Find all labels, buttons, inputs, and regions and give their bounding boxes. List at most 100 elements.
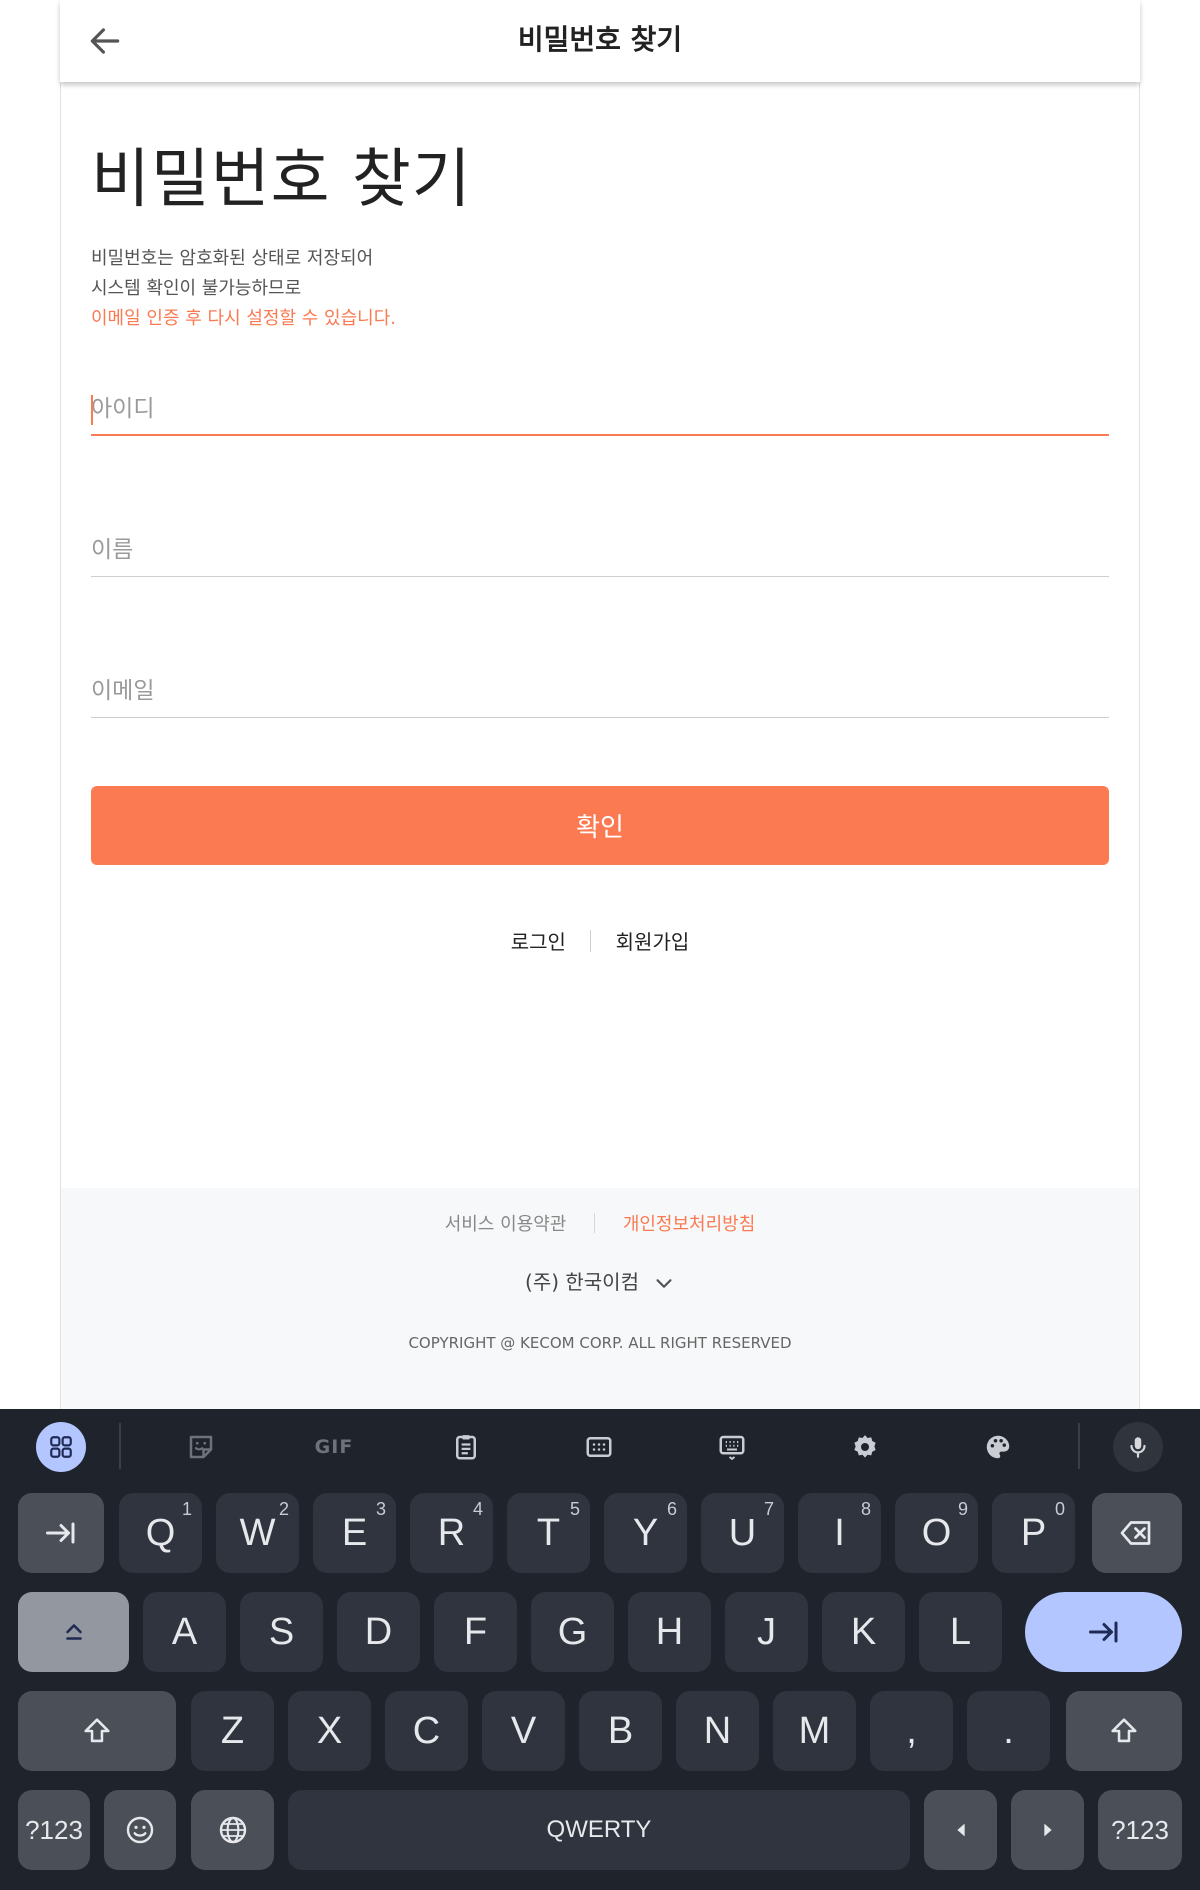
numpad-button[interactable] [574,1422,624,1472]
key-o[interactable]: O9 [895,1493,978,1573]
theme-button[interactable] [973,1422,1023,1472]
key-label: T [536,1511,561,1554]
email-underline [91,717,1109,718]
id-underline [91,434,1109,436]
clipboard-button[interactable] [441,1422,491,1472]
key-label: P [1020,1511,1047,1554]
key-w[interactable]: W2 [216,1493,299,1573]
login-link[interactable]: 로그인 [511,930,566,954]
terms-link[interactable]: 서비스 이용약관 [445,1214,567,1235]
signup-link[interactable]: 회원가입 [616,930,690,954]
name-field [91,527,1109,577]
key-q[interactable]: Q1 [119,1493,202,1573]
key-hint: 7 [763,1499,774,1519]
app-bar: 비밀번호 찾기 [60,0,1140,82]
privacy-link[interactable]: 개인정보처리방침 [623,1214,755,1235]
key-a[interactable]: A [143,1592,226,1672]
key-z[interactable]: Z [191,1691,274,1771]
microphone-icon [1130,1437,1146,1458]
emoji-key[interactable] [104,1790,176,1870]
key-period[interactable]: . [967,1691,1050,1771]
key-t[interactable]: T5 [507,1493,590,1573]
key-r[interactable]: R4 [410,1493,493,1573]
caps-lock-key[interactable] [18,1592,129,1672]
shift-key-left[interactable] [18,1691,176,1771]
symbols-key-right[interactable]: ?123 [1098,1790,1182,1870]
key-c[interactable]: C [385,1691,468,1771]
auth-links: 로그인 회원가입 [0,926,1200,955]
next-key[interactable] [1025,1592,1182,1672]
footer-links: 서비스 이용약관 개인정보처리방침 [61,1210,1139,1236]
description: 비밀번호는 암호화된 상태로 저장되어 시스템 확인이 불가능하므로 이메일 인… [91,244,396,334]
description-line-2: 시스템 확인이 불가능하므로 [91,278,302,299]
settings-button[interactable] [840,1422,890,1472]
gif-icon: GIF [314,1436,354,1458]
keyboard-icon [719,1435,745,1461]
key-label: E [341,1511,368,1554]
key-f[interactable]: F [434,1592,517,1672]
tab-key[interactable] [18,1493,104,1573]
backspace-icon [1120,1521,1151,1545]
key-d[interactable]: D [337,1592,420,1672]
text-caret [91,395,93,425]
key-u[interactable]: U7 [701,1493,784,1573]
key-i[interactable]: I8 [798,1493,881,1573]
key-h[interactable]: H [628,1592,711,1672]
key-n[interactable]: N [676,1691,759,1771]
toolbar-divider [1078,1423,1080,1469]
key-hint: 4 [472,1499,483,1519]
keyboard-toolbar: GIF [0,1409,1200,1483]
backspace-key[interactable] [1092,1493,1182,1573]
voice-input-button[interactable] [1113,1422,1163,1472]
id-input[interactable] [91,386,1109,432]
gear-icon [854,1435,876,1458]
key-hint: 6 [666,1499,677,1519]
cursor-right-key[interactable] [1011,1790,1084,1870]
key-l[interactable]: L [919,1592,1002,1672]
key-e[interactable]: E3 [313,1493,396,1573]
email-field [91,668,1109,718]
gif-button[interactable]: GIF [309,1422,359,1472]
footer-divider [594,1213,596,1233]
language-key[interactable] [191,1790,274,1870]
toolbar-divider [119,1423,121,1469]
id-field [91,386,1109,436]
key-hint: 2 [278,1499,289,1519]
key-k[interactable]: K [822,1592,905,1672]
company-selector[interactable]: (주) 한국이컴 [61,1266,1139,1295]
key-x[interactable]: X [288,1691,371,1771]
footer: 서비스 이용약관 개인정보처리방침 (주) 한국이컴 COPYRIGHT @ K… [61,1188,1139,1409]
key-j[interactable]: J [725,1592,808,1672]
app-bar-title: 비밀번호 찾기 [517,23,683,56]
key-hint: 5 [569,1499,580,1519]
numpad-icon [586,1437,612,1457]
symbols-key-left[interactable]: ?123 [18,1790,90,1870]
cursor-left-key[interactable] [924,1790,997,1870]
key-label: U [728,1511,757,1554]
description-highlight: 이메일 인증 후 다시 설정할 수 있습니다. [91,308,397,329]
tab-icon [1088,1621,1117,1643]
key-hint: 3 [375,1499,386,1519]
key-label: O [921,1511,952,1554]
emoji-icon [126,1816,154,1844]
description-line-1: 비밀번호는 암호화된 상태로 저장되어 [91,248,374,269]
sticker-button[interactable] [176,1422,226,1472]
apps-grid-icon [50,1436,72,1458]
key-m[interactable]: M [773,1691,856,1771]
shift-key-right[interactable] [1066,1691,1182,1771]
name-input[interactable] [91,527,1109,573]
copyright: COPYRIGHT @ KECOM CORP. ALL RIGHT RESERV… [408,1334,792,1352]
key-b[interactable]: B [579,1691,662,1771]
keyboard-layout-button[interactable] [707,1422,757,1472]
key-p[interactable]: P0 [992,1493,1075,1573]
key-comma[interactable]: , [870,1691,953,1771]
chevron-down-icon [656,1278,672,1288]
key-y[interactable]: Y6 [604,1493,687,1573]
space-bar[interactable]: QWERTY [288,1790,910,1870]
email-input[interactable] [91,668,1109,714]
apps-grid-button[interactable] [36,1422,86,1472]
confirm-button[interactable]: 확인 [91,786,1109,865]
key-v[interactable]: V [482,1691,565,1771]
key-s[interactable]: S [240,1592,323,1672]
key-g[interactable]: G [531,1592,614,1672]
